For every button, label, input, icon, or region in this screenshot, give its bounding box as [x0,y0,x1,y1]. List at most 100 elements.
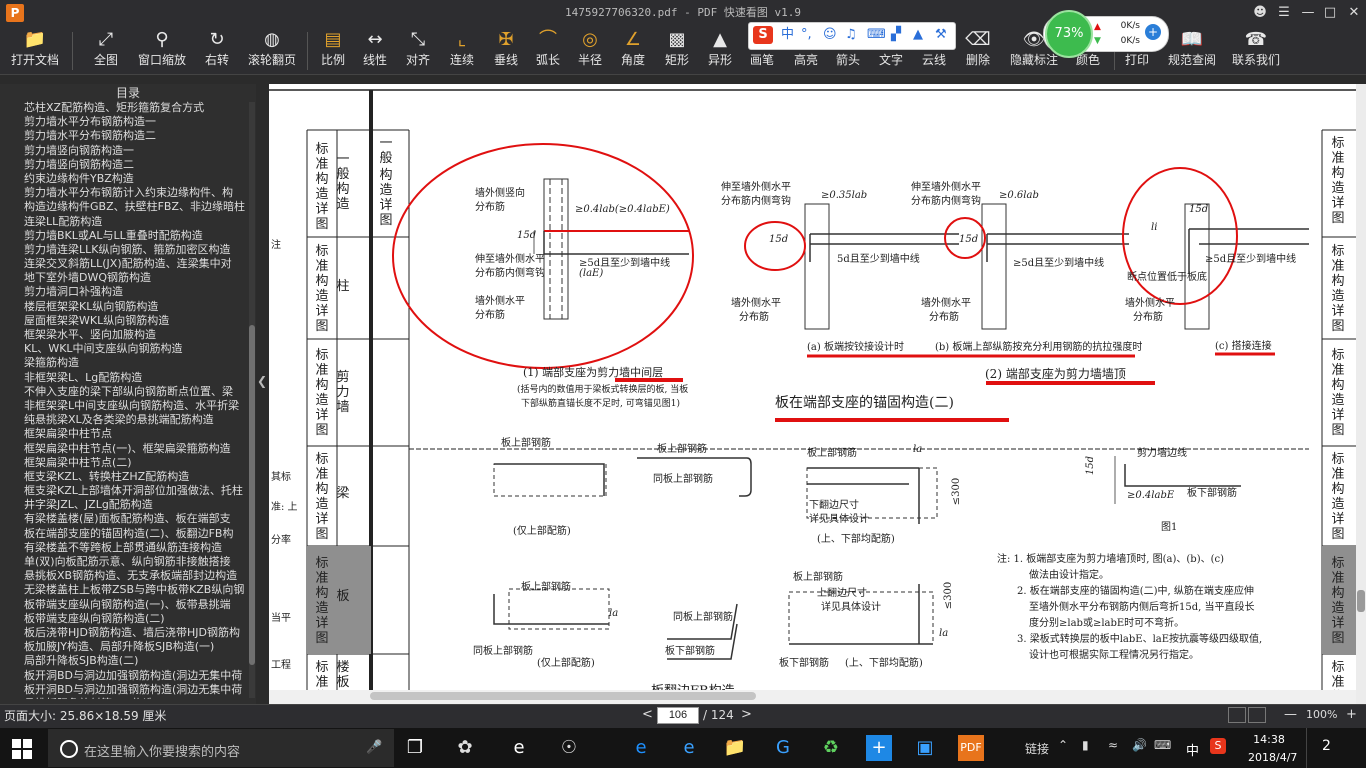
toc-item[interactable]: 板带端支座纵向钢筋构造(一)、板带悬挑端 [24,598,249,612]
toc-item[interactable]: 框架扁梁中柱节点 [24,427,249,441]
toc-item[interactable]: 板后浇带HJD钢筋构造、墙后浇带HJD钢筋构 [24,626,249,640]
internet-explorer-icon[interactable]: e [676,735,702,761]
next-page-button[interactable]: > [741,707,752,722]
toc-item[interactable]: 剪力墙水平分布钢筋构造二 [24,129,249,143]
toc-item[interactable]: 连梁交叉斜筋LL(JX)配筋构造、连梁集中对 [24,257,249,271]
keyboard-tray-icon[interactable]: ⌨ [1154,738,1171,752]
linear-button[interactable]: ↔ 线性 [356,26,394,74]
close-icon[interactable]: ✕ [1344,3,1364,23]
toc-item[interactable]: 剪力墙BKL或AL与LL重叠时配筋构造 [24,229,249,243]
voice-icon[interactable]: ♫ [845,26,857,44]
ime-toolbar[interactable]: S 中 °, ☺ ♫ ⌨ ▞ ▲ ⚒ [748,22,956,50]
align-button[interactable]: ⤡ 对齐 [398,26,438,74]
ime-punct-toggle[interactable]: °, [801,26,812,44]
fan-app-icon[interactable]: ✿ [452,735,478,761]
toc-item[interactable]: 纯悬挑梁XL及各类梁的悬挑端配筋构造 [24,413,249,427]
sidebar-collapse-handle[interactable]: ❮ [256,84,269,704]
contact-us-button[interactable]: ☎ 联系我们 [1228,26,1284,74]
open-document-button[interactable]: 📁 打开文档 [4,26,66,74]
memory-ball[interactable]: 73% [1045,10,1093,58]
tools-icon[interactable]: ⚒ [935,26,947,44]
toc-item[interactable]: 框架扁梁中柱节点(一)、框架扁梁箍筋构造 [24,442,249,456]
toc-item[interactable]: KL、WKL中间支座纵向钢筋构造 [24,342,249,356]
double-page-view-icon[interactable] [1248,707,1266,723]
toc-scrollbar-thumb[interactable] [249,325,255,665]
pdf-page[interactable]: 标准构造详图 一般构造 标准构造详图 柱 标准构造详图 剪力墙 标准构造详图 梁… [269,84,1356,704]
notification-center-icon[interactable]: 2 [1322,738,1331,754]
toc-item[interactable]: 框架梁水平、竖向加腋构造 [24,328,249,342]
doc-vertical-scrollbar-thumb[interactable] [1357,590,1365,612]
menu-icon[interactable]: ☰ [1274,3,1294,23]
toc-item[interactable]: 约束边缘构件YBZ构造 [24,172,249,186]
battery-icon[interactable]: ▮ [1082,738,1089,752]
zoom-in-button[interactable]: + [1346,707,1357,722]
toc-item[interactable]: 地下室外墙DWQ钢筋构造 [24,271,249,285]
windows-start-icon[interactable] [12,739,32,759]
toc-item[interactable]: 芯柱XZ配筋构造、矩形箍筋复合方式 [24,101,249,115]
page-number-input[interactable] [657,707,699,724]
toc-item[interactable]: 不伸入支座的梁下部纵向钢筋断点位置、梁 [24,385,249,399]
input-language-indicator[interactable]: 中 [1186,740,1199,759]
toc-item[interactable]: 板在端部支座的锚固构造(二)、板翻边FB构 [24,527,249,541]
toc-item[interactable]: 框支梁KZL上部墙体开洞部位加强做法、托柱 [24,484,249,498]
prev-page-button[interactable]: < [642,707,653,722]
clock-time[interactable]: 14:38 [1248,733,1290,746]
ime-lang-toggle[interactable]: 中 [781,26,794,44]
delete-button[interactable]: ⌫ 删除 [958,26,998,74]
rotate-right-button[interactable]: ↻ 右转 [196,26,238,74]
polygon-button[interactable]: ▲ 异形 [700,26,740,74]
toc-item[interactable]: 剪力墙洞口补强构造 [24,285,249,299]
toc-item[interactable]: 单(双)向板配筋示意、纵向钢筋非接触搭接 [24,555,249,569]
toc-item[interactable]: 板开洞BD与洞边加强钢筋构造(洞边无集中荷 [24,669,249,683]
toc-item[interactable]: 有梁楼盖不等跨板上部贯通纵筋连接构造 [24,541,249,555]
doc-horizontal-scrollbar-thumb[interactable] [370,692,756,700]
google-app-icon[interactable]: G [770,735,796,761]
toc-item[interactable]: 框架扁梁中柱节点(二) [24,456,249,470]
toc-item[interactable]: 屋面框架梁WKL纵向钢筋构造 [24,314,249,328]
perpendicular-button[interactable]: ✠ 垂线 [486,26,526,74]
skin-icon[interactable]: ▞ [891,26,901,44]
emoji-icon[interactable]: ☺ [823,26,837,44]
toc-item[interactable]: 梁箍筋构造 [24,356,249,370]
zoom-out-button[interactable]: — [1284,707,1297,722]
shirt-icon[interactable]: ▲ [913,26,923,44]
toc-item[interactable]: 有梁楼盖楼(屋)面板配筋构造、板在端部支 [24,512,249,526]
task-view-icon[interactable]: ❐ [402,735,428,761]
pdf-viewer-taskbar-icon[interactable]: PDF [958,735,984,761]
toc-item[interactable]: 非框架梁L中间支座纵向钢筋构造、水平折梁 [24,399,249,413]
spec-lookup-button[interactable]: 📖 规范查阅 [1164,26,1220,74]
toc-item[interactable]: 非框架梁L、Lg配筋构造 [24,371,249,385]
wifi-icon[interactable]: ≈ [1108,738,1118,752]
toc-item[interactable]: 剪力墙连梁LLK纵向钢筋、箍筋加密区构造 [24,243,249,257]
rectangle-button[interactable]: ▩ 矩形 [657,26,697,74]
green-app-icon[interactable]: ♻ [818,735,844,761]
toc-item[interactable]: 楼层框架梁KL纵向钢筋构造 [24,300,249,314]
single-page-view-icon[interactable] [1228,707,1246,723]
maximize-icon[interactable]: □ [1320,3,1340,23]
toc-item[interactable]: 构造边缘构件GBZ、扶壁柱FBZ、非边缘暗柱 [24,200,249,214]
edge-icon[interactable]: e [628,735,654,761]
file-explorer-icon[interactable]: 📁 [722,735,748,761]
system-tool-icon[interactable]: ▣ [912,735,938,761]
window-zoom-button[interactable]: ⚲ 窗口缩放 [134,26,190,74]
angle-button[interactable]: ∠ 角度 [613,26,653,74]
toc-item[interactable]: 无梁楼盖柱上板带ZSB与跨中板带KZB纵向钢 [24,583,249,597]
keyboard-icon[interactable]: ⌨ [867,26,886,44]
toc-item[interactable]: 局部升降板SJB构造(二) [24,654,249,668]
fit-all-button[interactable]: ⤢ 全图 [84,26,128,74]
toc-item[interactable]: 井字梁JZL、JZLg配筋构造 [24,498,249,512]
toc-item[interactable]: 悬挑板XB钢筋构造、无支承板端部封边构造 [24,569,249,583]
toc-item[interactable]: 剪力墙竖向钢筋构造二 [24,158,249,172]
sogou-tray-icon[interactable]: S [1210,738,1226,754]
user-icon[interactable]: ☻ [1250,3,1270,23]
toc-item[interactable]: 悬挑板阳角放射筋Ces构造 [24,697,249,699]
radius-button[interactable]: ◎ 半径 [570,26,610,74]
toc-item[interactable]: 剪力墙水平分布钢筋构造一 [24,115,249,129]
toc-item[interactable]: 板加腋JY构造、局部升降板SJB构造(一) [24,640,249,654]
accelerate-button[interactable]: + [1145,24,1161,40]
toc-item[interactable]: 连梁LL配筋构造 [24,215,249,229]
microphone-icon[interactable]: 🎤 [366,740,382,755]
toc-item[interactable]: 板开洞BD与洞边加强钢筋构造(洞边无集中荷 [24,683,249,697]
blue-cross-app-icon[interactable]: + [866,735,892,761]
tray-chevron-up-icon[interactable]: ⌃ [1058,738,1068,752]
